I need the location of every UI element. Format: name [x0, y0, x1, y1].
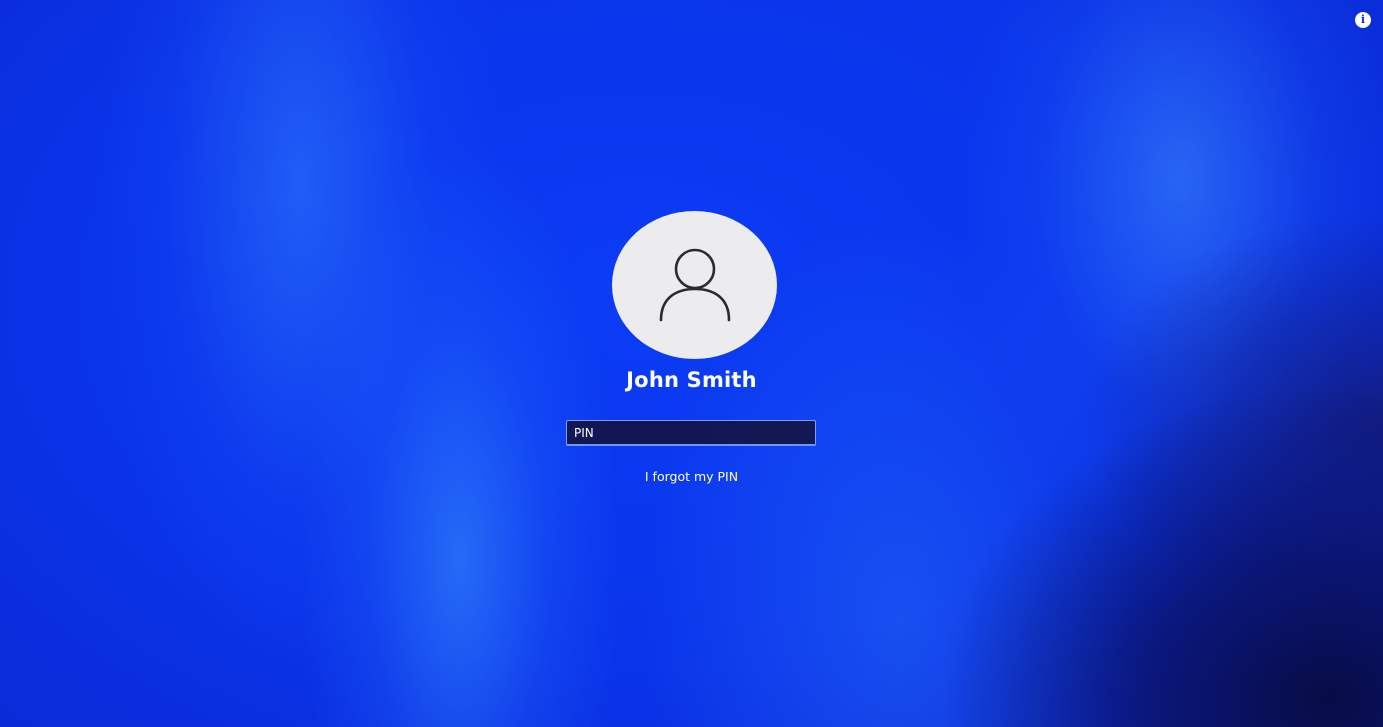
forgot-pin-link-row: I forgot my PIN: [0, 469, 1383, 484]
user-avatar: [612, 211, 777, 359]
pin-input[interactable]: [566, 420, 816, 446]
sign-in-panel: John Smith I forgot my PIN: [0, 0, 1383, 727]
user-silhouette-icon: [659, 248, 730, 322]
user-name: John Smith: [626, 368, 757, 392]
forgot-pin-link[interactable]: I forgot my PIN: [645, 469, 738, 484]
